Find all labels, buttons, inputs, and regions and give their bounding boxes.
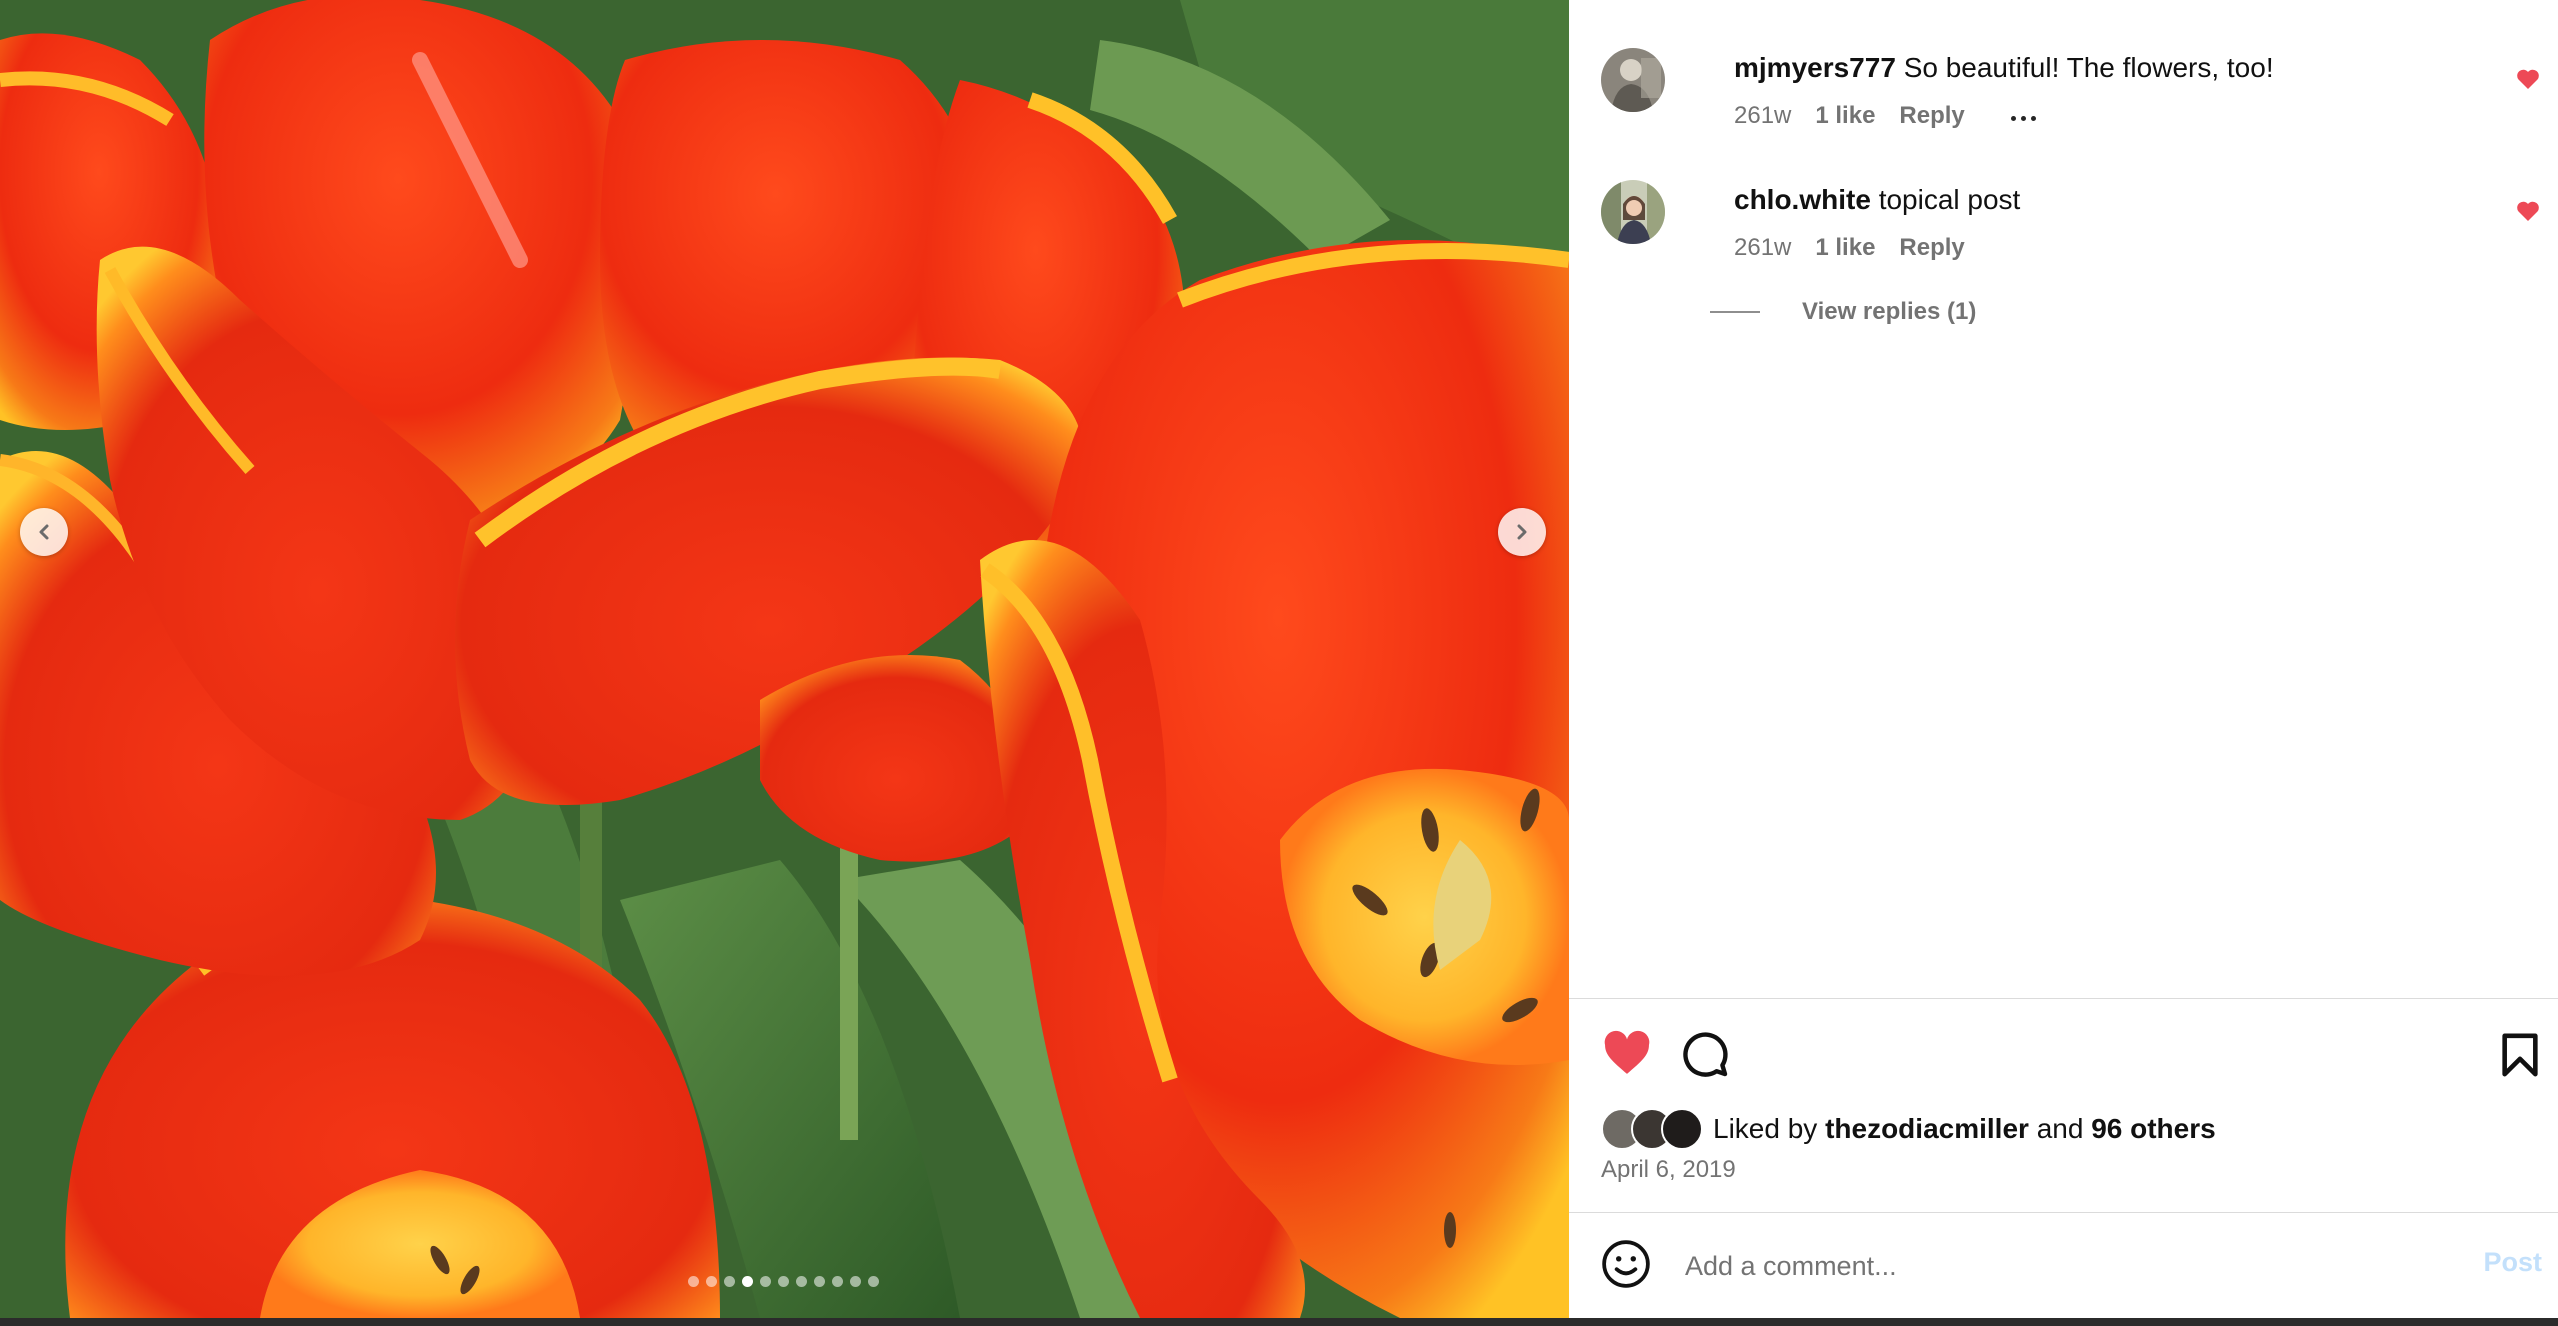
section-divider <box>1569 998 2558 999</box>
carousel-dot <box>778 1276 789 1287</box>
post-actions <box>1601 1030 2541 1084</box>
commenter-avatar[interactable] <box>1601 180 1665 244</box>
comment-meta: 261w 1 like Reply <box>1734 102 2036 130</box>
carousel-dot <box>796 1276 807 1287</box>
carousel-dot <box>760 1276 771 1287</box>
emoji-icon[interactable] <box>1601 1239 1651 1289</box>
comment-username[interactable]: chlo.white <box>1734 184 1871 215</box>
avatar-photo <box>1601 180 1665 244</box>
avatar-photo <box>1601 48 1665 112</box>
heart-icon[interactable] <box>2515 68 2541 90</box>
liked-by-prefix: Liked by <box>1713 1113 1818 1144</box>
comment-likes[interactable]: 1 like <box>1815 234 1875 262</box>
window-bottom-edge <box>0 1318 2558 1326</box>
liked-by-joiner: and <box>2036 1113 2084 1144</box>
comment-meta: 261w 1 like Reply <box>1734 234 1965 262</box>
more-icon[interactable] <box>2010 115 2036 121</box>
bookmark-icon[interactable] <box>2499 1032 2541 1078</box>
comment-body: So beautiful! The flowers, too! <box>1903 52 2274 83</box>
comment-text: mjmyers777 So beautiful! The flowers, to… <box>1734 52 2274 84</box>
liked-by-user[interactable]: thezodiacmiller <box>1825 1113 2029 1145</box>
comment-icon[interactable] <box>1681 1030 1729 1078</box>
carousel-dot <box>814 1276 825 1287</box>
comments-panel: mjmyers777 So beautiful! The flowers, to… <box>1569 0 2558 1318</box>
carousel-dot <box>742 1276 753 1287</box>
post-viewer: mjmyers777 So beautiful! The flowers, to… <box>0 0 2558 1318</box>
comment-age[interactable]: 261w <box>1734 234 1791 262</box>
comment-age[interactable]: 261w <box>1734 102 1791 130</box>
comment-text: chlo.white topical post <box>1734 184 2020 216</box>
comment-input[interactable] <box>1683 1243 2387 1289</box>
post-date[interactable]: April 6, 2019 <box>1601 1156 1736 1184</box>
carousel-dot <box>706 1276 717 1287</box>
carousel-dot <box>850 1276 861 1287</box>
carousel-dot <box>832 1276 843 1287</box>
chevron-right-icon <box>1517 524 1527 540</box>
previous-slide-button[interactable] <box>20 508 68 556</box>
liker-avatars[interactable] <box>1601 1108 1703 1150</box>
comment-likes[interactable]: 1 like <box>1815 102 1875 130</box>
avatar <box>1661 1108 1703 1150</box>
view-replies-button[interactable]: View replies (1) <box>1710 298 1976 326</box>
reply-button[interactable]: Reply <box>1899 234 1964 262</box>
next-slide-button[interactable] <box>1498 508 1546 556</box>
post-photo <box>0 0 1569 1318</box>
comment-body: topical post <box>1878 184 2021 215</box>
view-replies-label: View replies (1) <box>1802 298 1977 325</box>
carousel-indicator <box>688 1276 879 1287</box>
comment-username[interactable]: mjmyers777 <box>1734 52 1896 83</box>
carousel-dot <box>868 1276 879 1287</box>
post-button[interactable]: Post <box>2483 1247 2542 1278</box>
chevron-left-icon <box>39 524 49 540</box>
carousel-dot <box>688 1276 699 1287</box>
carousel-dot <box>724 1276 735 1287</box>
heart-icon[interactable] <box>1601 1030 1653 1076</box>
likes-count[interactable]: 96 others <box>2091 1113 2216 1145</box>
tulip-photo <box>0 0 1569 1318</box>
divider-line <box>1710 311 1760 313</box>
reply-button[interactable]: Reply <box>1899 102 1964 130</box>
add-comment-bar: Post <box>1569 1213 2558 1318</box>
heart-icon[interactable] <box>2515 200 2541 222</box>
commenter-avatar[interactable] <box>1601 48 1665 112</box>
likes-summary: Liked by thezodiacmiller and 96 others <box>1601 1108 2216 1150</box>
